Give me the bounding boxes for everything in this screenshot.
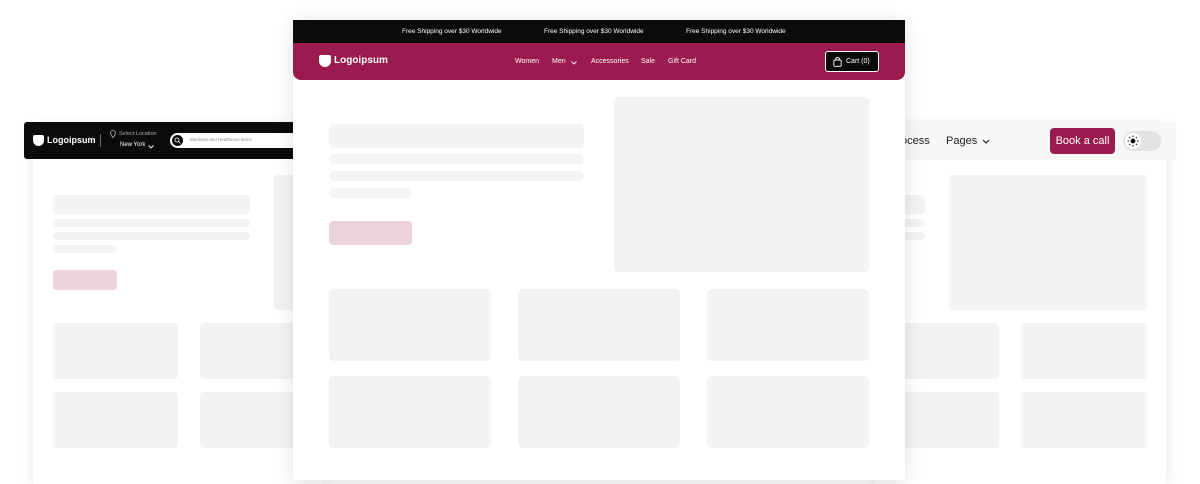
skeleton-card — [53, 392, 178, 448]
theme-toggle-knob — [1125, 133, 1141, 149]
nav-link-gift-card[interactable]: Gift Card — [668, 58, 696, 65]
book-a-call-button[interactable]: Book a call — [1050, 128, 1115, 154]
logo-shield-icon — [319, 55, 331, 67]
skeleton-line — [329, 154, 584, 164]
skeleton-card — [329, 289, 491, 361]
location-label: Select Location — [119, 131, 157, 137]
sun-icon — [1127, 135, 1139, 147]
theme-toggle[interactable] — [1123, 131, 1161, 151]
skeleton-button — [329, 221, 412, 245]
skeleton-heading — [53, 195, 250, 214]
skeleton-line — [53, 245, 117, 253]
center-logo-text[interactable]: Logoipsum — [334, 55, 388, 66]
header-divider — [100, 134, 101, 147]
announcement-text: Free Shipping over $30 Worldwide — [544, 28, 644, 35]
announcement-bar: Free Shipping over $30 Worldwide Free Sh… — [293, 20, 905, 43]
nav-link-accessories[interactable]: Accessories — [591, 58, 629, 65]
nav-link-pages[interactable]: Pages — [946, 135, 977, 147]
announcement-text: Free Shipping over $30 Worldwide — [402, 28, 502, 35]
location-pin-icon — [110, 130, 116, 138]
skeleton-line — [53, 232, 250, 240]
skeleton-line — [329, 188, 412, 198]
skeleton-card — [1021, 323, 1147, 379]
skeleton-image — [949, 175, 1147, 310]
chevron-down-icon — [148, 145, 154, 149]
skeleton-card — [1021, 392, 1147, 448]
search-placeholder: Medicine and Healthcare items — [190, 137, 252, 142]
nav-link-sale[interactable]: Sale — [641, 58, 655, 65]
announcement-text: Free Shipping over $30 Worldwide — [686, 28, 786, 35]
cart-label: Cart (0) — [846, 58, 870, 65]
skeleton-card — [518, 376, 680, 448]
skeleton-card — [329, 376, 491, 448]
search-button[interactable] — [172, 135, 183, 146]
skeleton-button — [53, 270, 117, 290]
logo-shield-icon — [33, 135, 44, 146]
chevron-down-icon — [982, 139, 990, 144]
skeleton-image — [614, 97, 869, 272]
skeleton-line — [53, 219, 250, 227]
skeleton-card — [518, 289, 680, 361]
chevron-down-icon — [571, 61, 577, 65]
nav-link-women[interactable]: Women — [515, 58, 539, 65]
skeleton-card — [53, 323, 178, 379]
nav-link-men[interactable]: Men — [552, 58, 566, 65]
skeleton-line — [329, 171, 584, 181]
skeleton-card — [707, 376, 869, 448]
cart-button[interactable]: Cart (0) — [825, 51, 879, 72]
skeleton-card — [890, 323, 999, 379]
left-logo-text: Logoipsum — [47, 135, 96, 145]
search-icon — [174, 137, 181, 144]
skeleton-card — [890, 392, 999, 448]
skeleton-heading — [329, 124, 584, 148]
location-select[interactable]: New York — [120, 142, 145, 148]
left-header: Logoipsum Select Location New York Medic… — [24, 122, 330, 159]
shopping-bag-icon — [833, 57, 842, 67]
skeleton-card — [707, 289, 869, 361]
